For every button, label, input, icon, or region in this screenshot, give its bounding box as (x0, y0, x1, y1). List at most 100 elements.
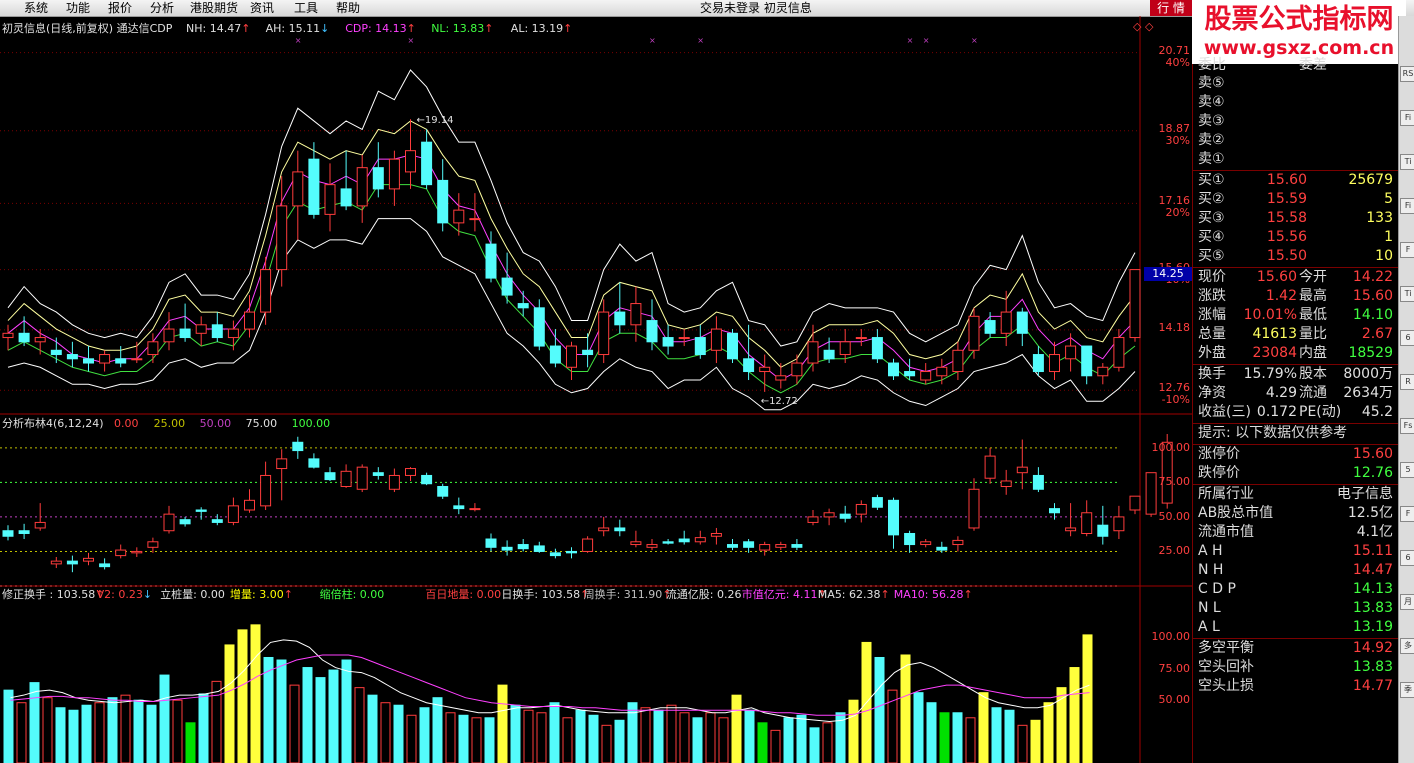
kv-value: 12.76 (1352, 465, 1393, 481)
menu-tools[interactable]: 工具 (294, 1, 318, 15)
turnover-bar (796, 714, 807, 763)
series-line-nh (7, 120, 1136, 368)
brand-banner: 股票公式指标网 www.gsxz.com.cn (1192, 0, 1406, 64)
boll-candle-body (195, 509, 207, 512)
arrow-up-icon: ↑ (406, 22, 416, 35)
turnover-header-value: 增量: 3.00↑ (230, 588, 293, 602)
kv-value: 13.83 (1352, 600, 1393, 616)
expand-diamond-icon[interactable]: ◇ ◇ (1133, 20, 1153, 34)
header-label: 立桩量: 0.00 (160, 588, 225, 601)
boll-level: 100.00 (291, 417, 331, 430)
quote-row: 买① 15.60 25679 (1193, 171, 1399, 190)
menu-system[interactable]: 系统 (24, 1, 48, 15)
quote-volume: 1 (1384, 229, 1393, 245)
quote-volume: 5 (1384, 191, 1393, 207)
boll-candle-body (549, 552, 561, 557)
boll-candle-body (131, 550, 143, 554)
quote-volume: 10 (1375, 248, 1393, 264)
quote-price: 15.50 (1266, 248, 1307, 264)
menu-hk-futures[interactable]: 港股期货 (190, 1, 238, 15)
stat-label: 涨跌 (1198, 288, 1226, 304)
kv-value: 14.13 (1352, 581, 1393, 597)
side-tool-icon[interactable]: 5 (1400, 462, 1414, 478)
menu-news[interactable]: 资讯 (250, 1, 274, 15)
quote-kv-row: N L 13.83 (1193, 599, 1399, 618)
kv-label: A L (1198, 619, 1220, 635)
boll-candle-body (984, 455, 996, 479)
kv-value: 14.92 (1352, 640, 1393, 656)
header-label: 修正换手 : 103.58 (2, 588, 96, 601)
stat-value: 14.22 (1352, 269, 1393, 285)
stat-label: 净资 (1198, 385, 1226, 401)
quote-price: 15.60 (1266, 172, 1307, 188)
side-tool-icon[interactable]: 季 (1400, 682, 1414, 698)
candle-body (50, 349, 62, 356)
candle-body (1049, 354, 1060, 373)
turnover-bar (107, 697, 118, 763)
arrow-up-icon: ↑ (283, 588, 293, 601)
turnover-bar (588, 714, 599, 763)
side-tool-icon[interactable]: RS (1400, 66, 1414, 82)
stat-value: 2634万 (1343, 385, 1393, 401)
header-label: 日换手: 103.58 (501, 588, 581, 601)
stat-value: 41613 (1252, 326, 1297, 342)
menu-function[interactable]: 功能 (66, 1, 90, 15)
menu-help[interactable]: 帮助 (336, 1, 360, 15)
side-tool-icon[interactable]: Fi (1400, 198, 1414, 214)
boll-candle-body (276, 458, 288, 470)
side-tool-icon[interactable]: R (1400, 374, 1414, 390)
turnover-bar (94, 702, 105, 763)
side-tool-icon[interactable]: 多 (1400, 638, 1414, 654)
side-tool-icon[interactable]: 6 (1400, 550, 1414, 566)
candle-body (614, 311, 626, 326)
boll-candle-body (421, 474, 433, 485)
side-tool-icon[interactable]: F (1400, 506, 1414, 522)
chart-area[interactable]: ←19.14 ←12.72 × × × × × × × 初灵信息(日线,前复权) 通达信CDP … (0, 16, 1192, 763)
menu-quote[interactable]: 报价 (108, 1, 132, 15)
turnover-bar (510, 704, 521, 763)
turnover-bar (211, 680, 222, 763)
side-tool-icon[interactable]: F (1400, 242, 1414, 258)
boll-candle-body (227, 505, 239, 523)
boll-candle-body (694, 537, 706, 543)
boll-candle-body (614, 527, 626, 532)
chart-canvas[interactable]: ←19.14 ←12.72 × × × × × × × (0, 16, 1192, 763)
candle-body (791, 362, 803, 377)
candle-body (839, 341, 851, 356)
tab-quote[interactable]: 行 情 (1150, 0, 1192, 16)
turnover-header-value: 周换手: 311.90↑ (584, 588, 672, 602)
turnover-bar (627, 702, 638, 763)
boll-candle-body (405, 468, 416, 476)
quote-volume: 133 (1366, 210, 1393, 226)
side-tool-icon[interactable]: 月 (1400, 594, 1414, 610)
boll-candle-body (598, 527, 610, 532)
turnover-bar (692, 717, 703, 763)
kv-label: A H (1198, 543, 1223, 559)
turnover-bar (302, 667, 313, 763)
menu-analysis[interactable]: 分析 (150, 1, 174, 15)
turnover-bar (276, 659, 287, 763)
boll-candle-body (2, 530, 14, 537)
turnover-header-value: 百日地量: 0.00 (425, 588, 501, 602)
side-tool-icon[interactable]: 6 (1400, 330, 1414, 346)
arrow-up-icon: ↑ (241, 22, 251, 35)
side-tool-icon[interactable]: Fs (1400, 418, 1414, 434)
boll-candle-body (920, 541, 932, 546)
boll-candle-body (791, 544, 803, 548)
turnover-bar (458, 714, 469, 763)
industry-value: 电子信息 (1337, 486, 1393, 502)
boll-candle-body (211, 519, 223, 523)
side-tool-icon[interactable]: Ti (1400, 154, 1414, 170)
header-label: 市值亿元: 4.11 (741, 588, 818, 601)
quote-stat-row: 现价 15.60 今开 14.22 (1193, 268, 1399, 287)
candle-body (421, 141, 433, 186)
order-diff-label: 委差 (1299, 57, 1327, 73)
candle-body (372, 167, 384, 190)
side-tool-icon[interactable]: Fi (1400, 110, 1414, 126)
side-tool-icon[interactable]: Ti (1400, 286, 1414, 302)
kv-label: 空头止损 (1198, 678, 1254, 694)
kv-value: 4.1亿 (1356, 524, 1393, 540)
arrow-down-icon: ↓ (320, 22, 330, 35)
kv-label: 空头回补 (1198, 659, 1254, 675)
brand-name: 股票公式指标网 (1204, 4, 1394, 35)
